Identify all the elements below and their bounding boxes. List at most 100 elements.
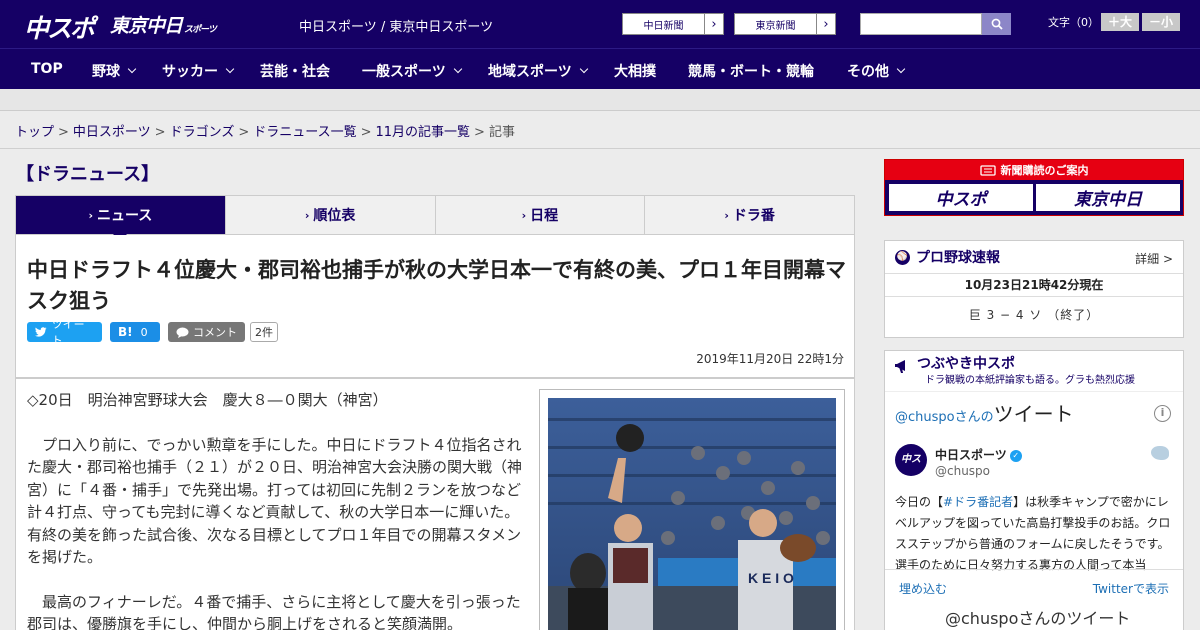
account-name-text: 中日スポーツ [935, 448, 1007, 462]
tab-dora-ban[interactable]: › ドラ番 [645, 196, 854, 234]
nav-label: その他 [847, 64, 889, 80]
tweet-embed: @chuspoさんのツイート i 中ス 中日スポーツ ✓ @chuspo 今日の【… [885, 391, 1183, 572]
breadcrumb-dora-news[interactable]: ドラニュース一覧 [253, 125, 356, 140]
ext-link-label: 東京新聞 [755, 20, 796, 32]
svg-text:K E I O: K E I O [748, 570, 794, 586]
chevron-down-icon [127, 64, 137, 74]
score-game-row[interactable]: 巨 3 − 4 ソ （終了） [885, 297, 1183, 333]
nav-local-sports[interactable]: 地域スポーツ [488, 61, 588, 81]
tab-standings[interactable]: › 順位表 [226, 196, 436, 234]
megaphone-icon [895, 360, 905, 373]
nav-label: 芸能・社会 [260, 64, 330, 80]
chunichi-shimbun-link[interactable]: 中日新聞 › [622, 13, 724, 35]
nav-soccer[interactable]: サッカー [162, 61, 235, 81]
baseball-scores-box: ⚾ プロ野球速報 詳細 > 10月23日21時42分現在 巨 3 − 4 ソ （… [884, 240, 1184, 338]
stadium-photo-illustration: K E I O [548, 398, 836, 630]
hatena-bookmark-button[interactable]: B! 0 [110, 322, 160, 342]
breadcrumb-current: 記事 [488, 125, 515, 140]
nav-entertainment[interactable]: 芸能・社会 [260, 61, 330, 81]
font-size-label: 文字（0） [1048, 16, 1099, 29]
header-bar: 中スポ 東京中日 スポーツ 中日スポーツ / 東京中日スポーツ 中日新聞 › 東京… [0, 0, 1200, 48]
font-smaller-button[interactable]: －小 [1142, 13, 1180, 31]
article-photo-frame: K E I O [539, 389, 845, 630]
subscribe-chuspo-button[interactable]: 中スポ [889, 184, 1033, 211]
nav-label: 大相撲 [614, 64, 656, 80]
nav-general-sports[interactable]: 一般スポーツ [362, 61, 462, 81]
font-bigger-button[interactable]: ＋大 [1101, 13, 1139, 31]
tab-label: 日程 [530, 208, 559, 224]
article-title: 中日ドラフト４位慶大・郡司裕也捕手が秋の大学日本一で有終の美、プロ１年目開幕マス… [27, 258, 846, 313]
search-input[interactable] [860, 13, 982, 35]
breadcrumb-november[interactable]: 11月の記事一覧 [376, 125, 471, 140]
site-name: 中日スポーツ / 東京中日スポーツ [299, 20, 494, 35]
nav-label: 一般スポーツ [362, 64, 446, 80]
twitter-subtitle: ドラ観戦の本紙評論家も語る。グラも熱烈応援 [925, 375, 1135, 386]
tweet-text-pre: 今日の【 [895, 495, 944, 509]
nav-sumo[interactable]: 大相撲 [614, 61, 656, 81]
tweet-button[interactable]: ツイート [27, 318, 102, 347]
avatar[interactable]: 中ス [895, 444, 927, 476]
article-header: 中日ドラフト４位慶大・郡司裕也捕手が秋の大学日本一で有終の美、プロ１年目開幕マス… [15, 235, 855, 378]
tokyo-logo-text: 東京中日 [110, 15, 183, 37]
breadcrumb-dragons[interactable]: ドラゴンズ [170, 125, 235, 140]
speech-bubble-icon [176, 327, 189, 338]
chevron-down-icon [225, 64, 235, 74]
nav-racing[interactable]: 競馬・ボート・競輪 [688, 61, 814, 81]
nav-label: 野球 [92, 64, 120, 80]
info-icon[interactable]: i [1154, 405, 1171, 422]
account-handle[interactable]: @chuspo [935, 464, 990, 478]
comment-count: 2件 [250, 322, 278, 342]
tweet-footer: 埋め込む Twitterで表示 [885, 569, 1183, 605]
tweet-hashtag[interactable]: #ドラ番記者 [943, 495, 1013, 509]
tweet-embed-title-text: ツイート [993, 402, 1074, 426]
twitter-head: つぶやき中スポ ドラ観戦の本紙評論家も語る。グラも熱烈応援 [885, 351, 1183, 387]
article-paragraph: プロ入り前に、でっかい勲章を手にした。中日にドラフト４位指名された慶大・郡司裕也… [27, 435, 523, 567]
baseball-scores-head: ⚾ プロ野球速報 詳細 > [885, 241, 1183, 273]
article-photo[interactable]: K E I O [548, 398, 836, 630]
subscription-label: 新聞購読のご案内 [1000, 164, 1089, 177]
embed-link[interactable]: 埋め込む [899, 580, 947, 597]
baseball-scores-title: プロ野球速報 [916, 250, 1000, 266]
breadcrumb-chuspo[interactable]: 中日スポーツ [73, 125, 151, 140]
twitter-bird-icon [35, 327, 47, 337]
comment-button[interactable]: コメント [168, 322, 245, 342]
tab-label: ドラ番 [732, 208, 775, 224]
tweet-embed-title: @chuspoさんのツイート [895, 398, 1074, 427]
nav-label: 競馬・ボート・競輪 [688, 64, 814, 80]
search-button[interactable] [982, 13, 1011, 35]
tokyo-chunichi-logo[interactable]: 東京中日 スポーツ [110, 11, 217, 38]
article-paragraph: ◇20日 明治神宮野球大会 慶大８―０関大（神宮） [27, 391, 388, 409]
subscribe-tokyo-button[interactable]: 東京中日 [1036, 184, 1180, 211]
chevron-right-icon: › [521, 208, 527, 222]
tokyo-logo-sub: スポーツ [184, 25, 217, 35]
tokyo-shimbun-link[interactable]: 東京新聞 › [734, 13, 836, 35]
tweet-embed-user[interactable]: @chuspo [895, 410, 955, 425]
next-tweet-title: @chuspoさんのツイート [945, 609, 1131, 628]
tweet-embed-suffix: さんの [954, 410, 994, 425]
nav-baseball[interactable]: 野球 [92, 61, 137, 81]
tab-news[interactable]: › ニュース [16, 196, 226, 241]
view-on-twitter-link[interactable]: Twitterで表示 [1093, 580, 1169, 597]
chuspo-logo[interactable]: 中スポ [24, 9, 95, 45]
search-icon [991, 18, 1003, 30]
newspaper-icon [979, 164, 996, 176]
nav-other[interactable]: その他 [847, 61, 906, 81]
tweet-label: ツイート [51, 318, 85, 347]
ext-link-label: 中日新聞 [643, 20, 684, 32]
tab-schedule[interactable]: › 日程 [436, 196, 646, 234]
twitter-bird-icon[interactable] [1151, 446, 1169, 460]
breadcrumb-top[interactable]: トップ [15, 125, 54, 140]
score-timestamp: 10月23日21時42分現在 [885, 273, 1183, 297]
publish-date: 2019年11月20日 22時1分 [696, 352, 844, 366]
tab-label: 順位表 [313, 208, 356, 224]
twitter-box: つぶやき中スポ ドラ観戦の本紙評論家も語る。グラも熱烈応援 @chuspoさんの… [884, 350, 1184, 630]
chevron-right-icon: › [88, 208, 93, 222]
sub-bar [0, 89, 1200, 111]
chevron-right-icon: › [724, 208, 729, 222]
subscription-banner[interactable]: 新聞購読のご案内 中スポ 東京中日 [884, 159, 1184, 216]
account-name[interactable]: 中日スポーツ ✓ [935, 446, 1022, 463]
nav-top[interactable]: TOP [31, 61, 63, 77]
chevron-right-icon: › [704, 14, 723, 34]
scores-detail-link[interactable]: 詳細 > [1135, 250, 1173, 267]
chevron-right-icon: › [304, 208, 310, 222]
